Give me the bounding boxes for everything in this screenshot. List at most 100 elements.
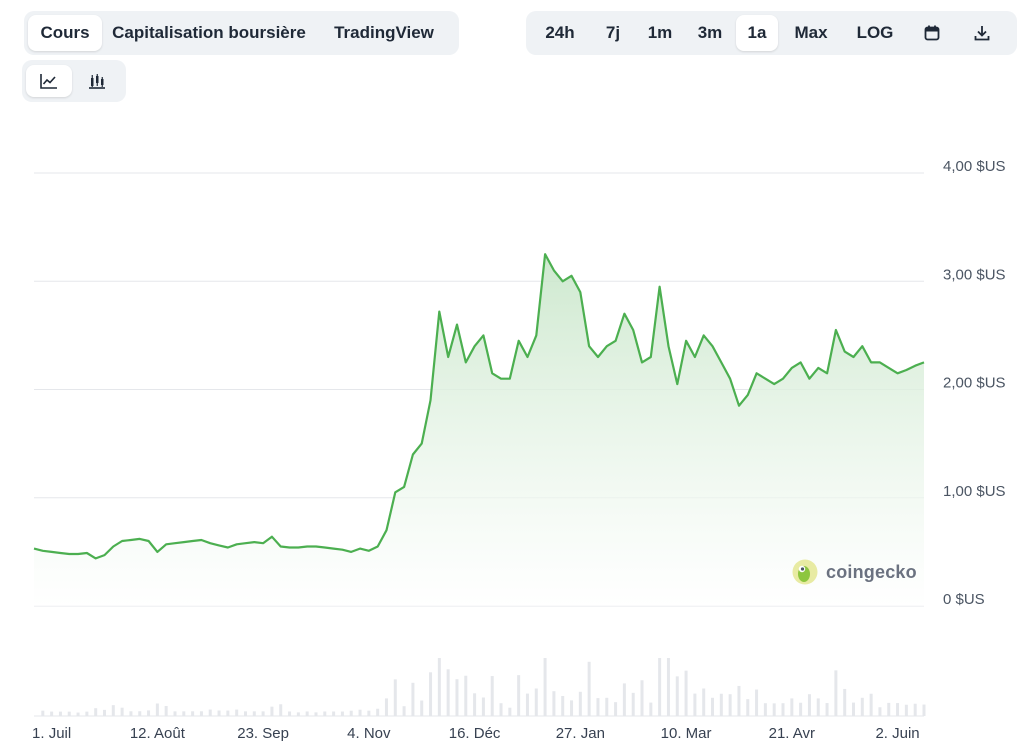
volume-bar [499, 703, 503, 716]
volume-bars [41, 658, 926, 716]
volume-bar [455, 679, 459, 716]
volume-bar [737, 685, 741, 716]
volume-bar [279, 704, 283, 716]
volume-bar [235, 709, 239, 716]
y-tick-label: 4,00 $US [943, 158, 1006, 175]
volume-bar [852, 702, 856, 716]
volume-bar [649, 702, 653, 716]
volume-bar [191, 711, 195, 716]
volume-bar [525, 693, 529, 716]
x-tick-label: 23. Sep [237, 725, 289, 742]
volume-bar [164, 705, 168, 716]
volume-bar [570, 700, 574, 716]
volume-bar [464, 675, 468, 716]
volume-bar [763, 703, 767, 716]
volume-bar [578, 691, 582, 716]
x-tick-label: 2. Juin [875, 725, 919, 742]
volume-bar [728, 694, 732, 716]
volume-bar [781, 703, 785, 716]
volume-bar [94, 708, 98, 716]
volume-bar [799, 702, 803, 716]
volume-bar [182, 711, 186, 716]
volume-bar [314, 712, 318, 716]
volume-bar [58, 711, 62, 716]
price-area [34, 254, 924, 606]
volume-bar [666, 658, 670, 716]
volume-bar [605, 697, 609, 716]
y-tick-label: 0 $US [943, 591, 985, 608]
x-tick-label: 12. Août [130, 725, 186, 742]
volume-bar [552, 691, 556, 716]
volume-bar [340, 711, 344, 716]
volume-bar [658, 658, 662, 716]
volume-bar [807, 694, 811, 716]
volume-bar [843, 688, 847, 716]
volume-bar [173, 711, 177, 716]
volume-bar [614, 702, 618, 716]
volume-bar [755, 689, 759, 716]
volume-bar [261, 711, 265, 716]
volume-bar [684, 670, 688, 716]
volume-bar [631, 692, 635, 716]
volume-bar [111, 705, 115, 716]
volume-bar [772, 703, 776, 716]
volume-bar [825, 703, 829, 716]
volume-bar [711, 697, 715, 716]
volume-bar [296, 712, 300, 716]
volume-bar [561, 696, 565, 716]
volume-bar [393, 679, 397, 716]
volume-bar [50, 711, 54, 716]
x-tick-label: 1. Juil [32, 725, 71, 742]
volume-bar [473, 693, 477, 716]
volume-bar [543, 658, 547, 716]
volume-bar [323, 711, 327, 716]
volume-bar [332, 711, 336, 716]
volume-bar [252, 711, 256, 716]
volume-bar [860, 697, 864, 716]
volume-bar [719, 693, 723, 716]
volume-bar [746, 699, 750, 716]
volume-bar [138, 711, 142, 716]
volume-bar [155, 703, 159, 716]
volume-bar [367, 710, 371, 716]
x-tick-label: 21. Avr [769, 725, 815, 742]
volume-bar [129, 711, 133, 716]
volume-bar [622, 683, 626, 716]
price-chart[interactable]: 4,00 $US 3,00 $US 2,00 $US 1,00 $US 0 $US 1.… [0, 0, 1024, 753]
y-axis-labels: 4,00 $US 3,00 $US 2,00 $US 1,00 $US 0 $US [943, 158, 1006, 608]
x-tick-label: 4. Nov [347, 725, 391, 742]
volume-bar [517, 675, 521, 716]
volume-bar [675, 676, 679, 716]
volume-bar [887, 702, 891, 716]
x-axis-labels: 1. Juil 12. Août 23. Sep 4. Nov 16. Déc 27. J… [32, 725, 920, 742]
volume-bar [640, 680, 644, 716]
volume-bar [147, 710, 151, 716]
volume-bar [199, 711, 203, 716]
volume-bar [41, 710, 45, 716]
volume-bar [102, 709, 106, 716]
volume-bar [120, 707, 124, 716]
volume-bar [702, 688, 706, 716]
y-tick-label: 2,00 $US [943, 375, 1006, 392]
volume-bar [358, 709, 362, 716]
gecko-icon [792, 559, 818, 585]
volume-bar [411, 682, 415, 716]
volume-bar [508, 707, 512, 716]
volume-bar [305, 711, 309, 716]
coingecko-logo: coingecko [792, 559, 917, 585]
volume-bar [270, 706, 274, 716]
watermark-text: coingecko [826, 561, 917, 582]
volume-bar [481, 697, 485, 716]
volume-bar [816, 698, 820, 716]
volume-bar [429, 672, 433, 716]
volume-bar [490, 676, 494, 716]
x-tick-label: 16. Déc [449, 725, 501, 742]
volume-bar [587, 661, 591, 716]
volume-bar [896, 703, 900, 716]
volume-bar [349, 710, 353, 716]
x-tick-label: 10. Mar [661, 725, 712, 742]
volume-bar [437, 658, 441, 716]
volume-bar [217, 710, 221, 716]
volume-bar [384, 698, 388, 716]
volume-bar [834, 670, 838, 716]
